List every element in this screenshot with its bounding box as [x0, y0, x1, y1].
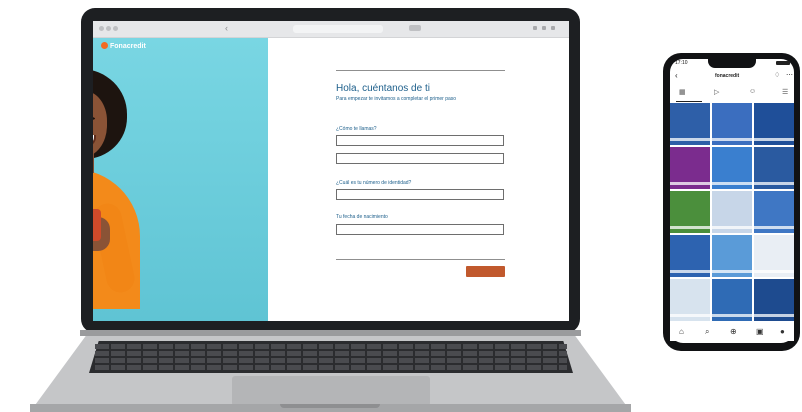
woman-neck [93, 153, 94, 173]
id-number-label: ¿Cuál es tu número de identidad? [336, 180, 412, 186]
home-icon[interactable]: ⌂ [679, 327, 684, 336]
continue-button[interactable] [466, 266, 505, 277]
laptop-screen: ‹ Fonacredit Hola, cuéntanos de ti Para … [93, 21, 569, 321]
tagged-icon[interactable]: ☺ [749, 88, 756, 95]
profile-icon[interactable]: ● [780, 327, 785, 336]
signup-form: Hola, cuéntanos de ti Para empezar te in… [268, 38, 569, 321]
post-thumbnail[interactable] [712, 103, 752, 145]
post-caption-bar [670, 138, 710, 141]
post-caption-bar [670, 182, 710, 185]
reels-icon[interactable]: ▷ [714, 88, 719, 96]
keyboard-row [95, 358, 567, 363]
search-icon[interactable]: ⌕ [705, 327, 709, 337]
birthdate-input[interactable] [336, 224, 504, 235]
browser-actions [533, 26, 563, 31]
bell-icon[interactable]: ♢ [774, 71, 780, 79]
more-icon[interactable]: ⋯ [786, 71, 793, 79]
post-thumbnail[interactable] [670, 103, 710, 145]
maximize-dot-icon[interactable] [113, 26, 118, 31]
brand-logo[interactable]: Fonacredit [101, 42, 146, 50]
post-thumbnail[interactable] [712, 235, 752, 277]
post-thumbnail[interactable] [670, 191, 710, 233]
first-name-input[interactable] [336, 135, 504, 146]
guides-icon[interactable]: ☰ [782, 88, 788, 96]
keyboard-row [95, 344, 567, 349]
id-number-input[interactable] [336, 189, 504, 200]
tabs-overview-icon[interactable] [551, 26, 555, 30]
post-caption-bar [670, 226, 710, 229]
status-bar-time: 17:10 [675, 60, 688, 66]
post-caption-bar [670, 314, 710, 317]
laptop-lid-notch [280, 404, 380, 408]
post-thumbnail[interactable] [670, 235, 710, 277]
post-caption-bar [754, 182, 794, 185]
add-icon[interactable]: ⊕ [730, 327, 737, 336]
back-arrow-icon[interactable]: ‹ [675, 71, 678, 80]
browser-toolbar: ‹ [93, 21, 569, 38]
browser-extension-icon[interactable] [409, 25, 421, 31]
post-thumbnail[interactable] [754, 235, 794, 277]
grid-icon[interactable]: ▦ [679, 88, 686, 96]
brand-logo-mark-icon [101, 42, 108, 49]
shop-icon[interactable]: ▣ [756, 327, 764, 336]
post-caption-bar [712, 182, 752, 185]
phone-notch [708, 59, 756, 68]
divider-top [336, 70, 505, 71]
active-tab-indicator [676, 101, 702, 102]
post-caption-bar [754, 314, 794, 317]
post-caption-bar [754, 270, 794, 273]
bottom-navigation: ⌂ ⌕ ⊕ ▣ ● [670, 325, 794, 341]
hero-image: Fonacredit [93, 38, 268, 321]
battery-icon [776, 61, 790, 65]
post-thumbnail[interactable] [754, 191, 794, 233]
laptop-hinge [80, 330, 581, 336]
touchpad [232, 376, 430, 406]
back-arrow-icon[interactable]: ‹ [225, 23, 228, 33]
post-thumbnail[interactable] [754, 147, 794, 189]
window-controls[interactable] [99, 26, 119, 32]
post-thumbnail[interactable] [670, 147, 710, 189]
post-caption-bar [712, 314, 752, 317]
divider-bottom [336, 259, 505, 260]
woman-smartphone [93, 209, 101, 241]
post-caption-bar [670, 270, 710, 273]
post-thumbnail[interactable] [712, 279, 752, 321]
profile-tabs: ▦ ▷ ☺ ☰ [670, 88, 794, 100]
name-label: ¿Cómo te llamas? [336, 126, 377, 132]
post-thumbnail[interactable] [754, 103, 794, 145]
share-icon[interactable] [533, 26, 537, 30]
address-bar[interactable] [293, 25, 383, 33]
post-caption-bar [712, 270, 752, 273]
profile-username: fonacredit [715, 73, 740, 79]
last-name-input[interactable] [336, 153, 504, 164]
post-thumbnail[interactable] [712, 191, 752, 233]
posts-grid [670, 103, 794, 323]
form-title: Hola, cuéntanos de ti [336, 83, 430, 94]
post-caption-bar [754, 138, 794, 141]
post-thumbnail[interactable] [712, 147, 752, 189]
post-caption-bar [712, 226, 752, 229]
post-thumbnail[interactable] [754, 279, 794, 321]
post-caption-bar [712, 138, 752, 141]
add-tab-icon[interactable] [542, 26, 546, 30]
close-dot-icon[interactable] [99, 26, 104, 31]
birthdate-label: Tu fecha de nacimiento [336, 214, 388, 220]
keyboard-row [95, 351, 567, 356]
form-subtitle: Para empezar te invitamos a completar el… [336, 96, 457, 102]
post-caption-bar [754, 226, 794, 229]
brand-logo-text: Fonacredit [110, 43, 146, 50]
minimize-dot-icon[interactable] [106, 26, 111, 31]
post-thumbnail[interactable] [670, 279, 710, 321]
keyboard-row [95, 365, 567, 370]
